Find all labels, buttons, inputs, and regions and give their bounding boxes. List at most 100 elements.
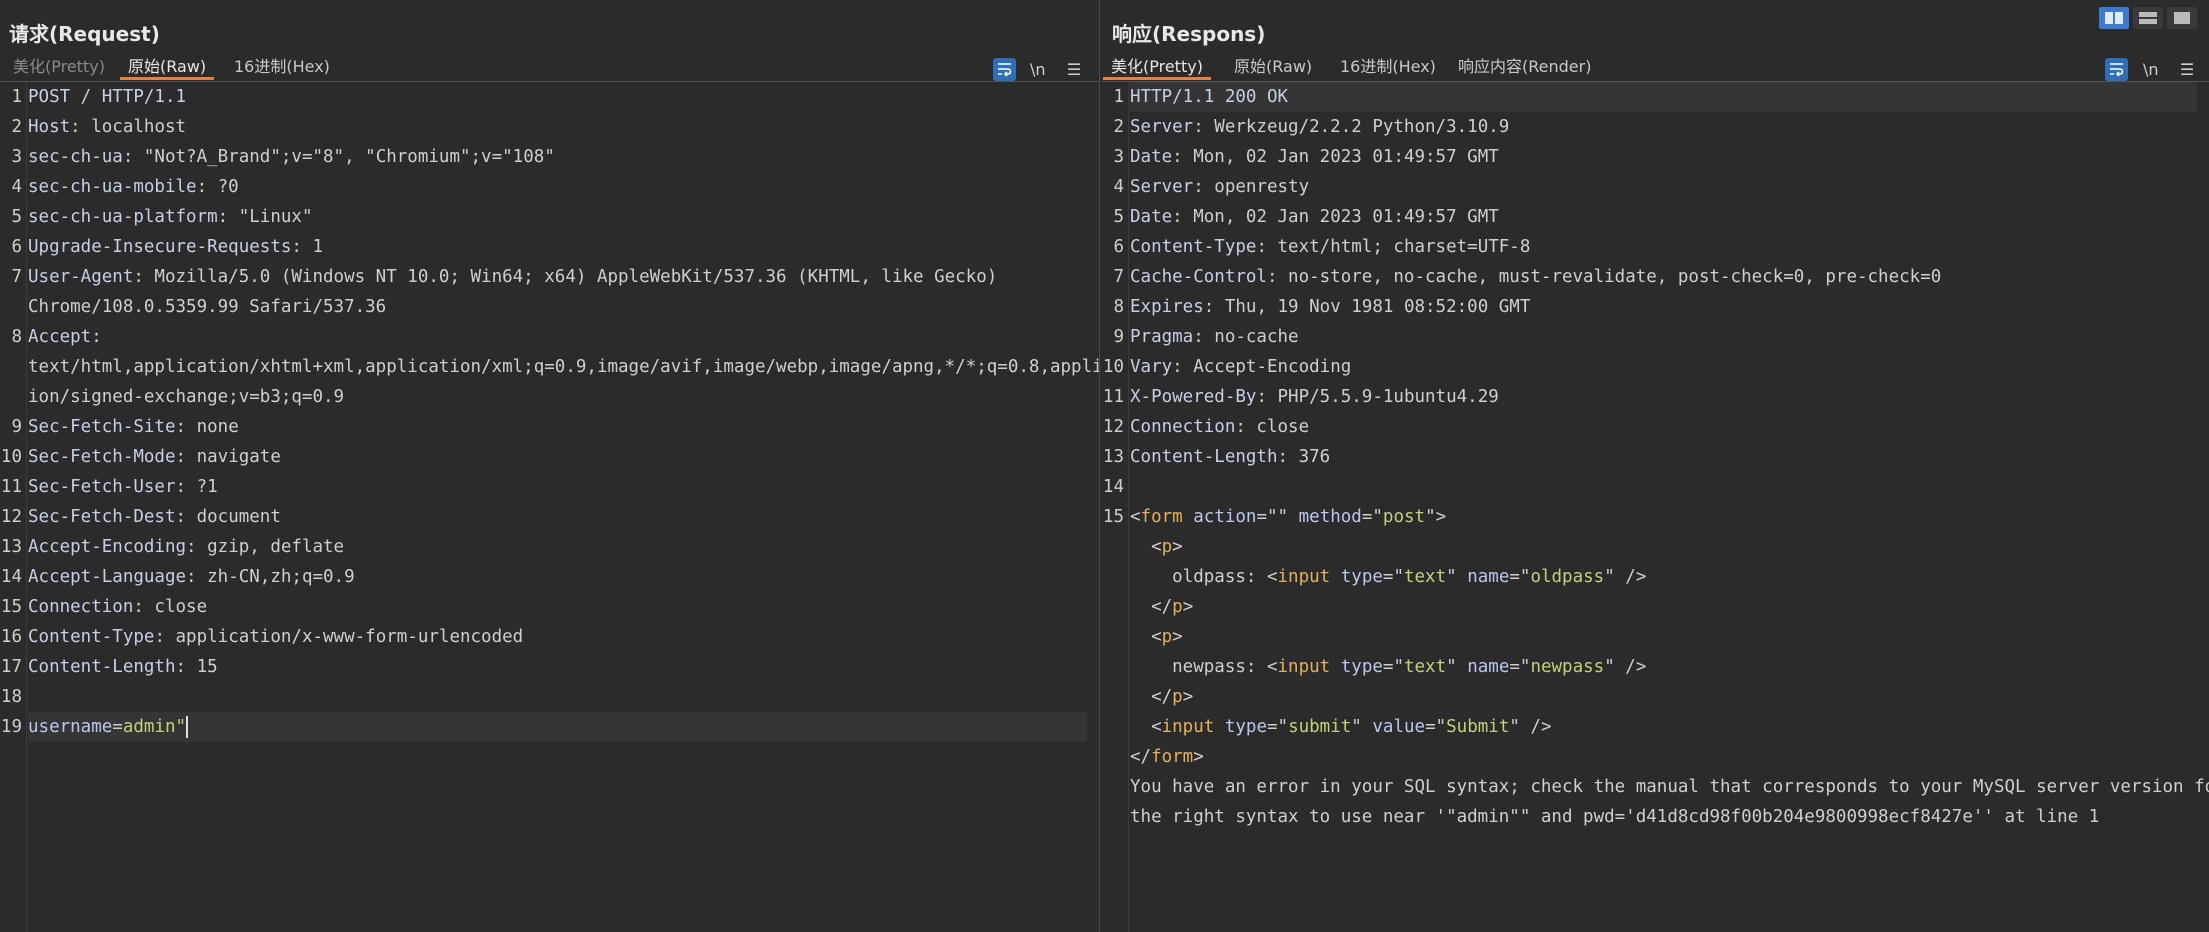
newline-toggle-icon[interactable]: \n xyxy=(1030,58,1046,82)
line-number: 15 xyxy=(0,597,22,617)
header-value: : none xyxy=(175,417,239,437)
line-content: Accept-Language: zh-CN,zh;q=0.9 xyxy=(28,562,355,592)
line-number: 13 xyxy=(1102,447,1124,467)
line-number: 14 xyxy=(1102,477,1124,497)
html-text: </ xyxy=(1130,597,1173,617)
code-line: 1 POST / HTTP/1.1 xyxy=(0,82,1099,112)
line-content: <input type="submit" value="Submit" /> xyxy=(1130,712,1552,742)
line-content: Chrome/108.0.5359.99 Safari/537.36 xyxy=(28,292,386,322)
code-line: <p> xyxy=(1102,532,2209,562)
line-number: 4 xyxy=(11,177,22,197)
html-text: " xyxy=(1277,507,1299,527)
header-value: : Accept-Encoding xyxy=(1172,357,1352,377)
header-value: : application/x-www-form-urlencoded xyxy=(154,627,524,647)
line-content: You have an error in your SQL syntax; ch… xyxy=(1130,772,2209,802)
response-title: 响应(Respons) xyxy=(1112,22,1266,46)
header-value: : openresty xyxy=(1193,177,1310,197)
line-content: Accept: xyxy=(28,322,102,352)
html-tag: p xyxy=(1161,537,1173,557)
header-value: ion/signed-exchange;v=b3;q=0.9 xyxy=(28,387,345,407)
code-line: 17 Content-Length: 15 xyxy=(0,652,1099,682)
header-name: Cache-Control xyxy=(1130,267,1267,287)
response-tab-render[interactable]: 响应内容(Render) xyxy=(1450,55,1599,80)
html-attribute: value xyxy=(1372,717,1426,737)
html-text: =" xyxy=(1425,717,1447,737)
code-line: 5 Date: Mon, 02 Jan 2023 01:49:57 GMT xyxy=(1102,202,2209,232)
code-line: newpass: <input type="text" name="newpas… xyxy=(1102,652,2209,682)
header-value: : close xyxy=(1235,417,1310,437)
code-line: Chrome/108.0.5359.99 Safari/537.36 xyxy=(0,292,1099,322)
header-name: Content-Length xyxy=(1130,447,1278,467)
code-line: 4 Server: openresty xyxy=(1102,172,2209,202)
html-text: > xyxy=(1172,537,1183,557)
html-tag: p xyxy=(1161,627,1173,647)
line-content: newpass: <input type="text" name="newpas… xyxy=(1130,652,1646,682)
single-pane-icon[interactable] xyxy=(2167,7,2197,29)
code-line: 2 Server: Werkzeug/2.2.2 Python/3.10.9 xyxy=(1102,112,2209,142)
header-value: : zh-CN,zh;q=0.9 xyxy=(186,567,355,587)
response-tab-raw[interactable]: 原始(Raw) xyxy=(1226,55,1320,80)
line-content: username=admin" xyxy=(28,712,189,742)
html-text xyxy=(1214,717,1225,737)
split-horizontal-icon[interactable] xyxy=(2099,7,2129,29)
html-text: " /> xyxy=(1604,567,1647,587)
html-text: " /> xyxy=(1604,657,1647,677)
response-tab-pretty[interactable]: 美化(Pretty) xyxy=(1103,55,1211,80)
header-name: POST / HTTP/1.1 xyxy=(28,87,187,107)
menu-icon[interactable]: ☰ xyxy=(1064,58,1084,82)
line-number: 5 xyxy=(11,207,22,227)
menu-icon[interactable]: ☰ xyxy=(2177,58,2197,82)
request-editor[interactable]: 1 POST / HTTP/1.1 2 Host: localhost 3 sec-ch-… xyxy=(0,82,1099,932)
html-text: oldpass: < xyxy=(1130,567,1278,587)
html-text xyxy=(1330,567,1341,587)
line-number: 7 xyxy=(11,267,22,287)
wrap-lines-icon[interactable] xyxy=(993,58,1016,81)
header-name: X-Powered-By xyxy=(1130,387,1257,407)
header-value: : gzip, deflate xyxy=(186,537,345,557)
header-name: Accept xyxy=(28,327,92,347)
split-vertical-icon[interactable] xyxy=(2133,7,2163,29)
html-tag: input xyxy=(1277,567,1331,587)
code-line: text/html,application/xhtml+xml,applicat… xyxy=(0,352,1099,382)
line-content: </form> xyxy=(1130,742,1204,772)
line-content: <p> xyxy=(1130,532,1183,562)
header-value: : Thu, 19 Nov 1981 08:52:00 GMT xyxy=(1203,297,1531,317)
line-number: 19 xyxy=(0,717,22,737)
line-content: sec-ch-ua-mobile: ?0 xyxy=(28,172,239,202)
request-tab-raw[interactable]: 原始(Raw) xyxy=(120,55,215,80)
line-number: 3 xyxy=(1113,147,1124,167)
code-line: 6 Upgrade-Insecure-Requests: 1 xyxy=(0,232,1099,262)
html-attribute: action xyxy=(1193,507,1257,527)
response-tab-hex[interactable]: 16进制(Hex) xyxy=(1332,55,1444,80)
request-tab-pretty[interactable]: 美化(Pretty) xyxy=(5,55,113,80)
line-number: 17 xyxy=(0,657,22,677)
request-tab-hex[interactable]: 16进制(Hex) xyxy=(226,55,338,80)
code-line: </p> xyxy=(1102,592,2209,622)
response-editor[interactable]: 1 HTTP/1.1 200 OK 2 Server: Werkzeug/2.2.2 … xyxy=(1102,82,2209,932)
line-content: HTTP/1.1 200 OK xyxy=(1130,82,1288,112)
html-text: " xyxy=(1446,567,1468,587)
html-attribute: name xyxy=(1467,567,1510,587)
header-name: sec-ch-ua-mobile xyxy=(28,177,197,197)
line-content: text/html,application/xhtml+xml,applicat… xyxy=(28,352,1099,382)
header-value: : Mozilla/5.0 (Windows NT 10.0; Win64; x… xyxy=(133,267,998,287)
newline-toggle-icon[interactable]: \n xyxy=(2143,58,2159,82)
code-line: 1 HTTP/1.1 200 OK xyxy=(1102,82,2209,112)
header-name: Server xyxy=(1130,177,1194,197)
html-text: " /> xyxy=(1509,717,1552,737)
code-line: 3 Date: Mon, 02 Jan 2023 01:49:57 GMT xyxy=(1102,142,2209,172)
header-name: sec-ch-ua-platform xyxy=(28,207,218,227)
header-name: Content-Length xyxy=(28,657,176,677)
layout-switcher xyxy=(2099,7,2197,29)
code-line: 6 Content-Type: text/html; charset=UTF-8 xyxy=(1102,232,2209,262)
line-content: ion/signed-exchange;v=b3;q=0.9 xyxy=(28,382,344,412)
code-line: 15 <form action="" method="post"> xyxy=(1102,502,2209,532)
header-name: Sec-Fetch-Mode xyxy=(28,447,176,467)
line-content: Sec-Fetch-Site: none xyxy=(28,412,239,442)
header-name: Content-Type xyxy=(1130,237,1257,257)
html-attribute: type xyxy=(1340,657,1383,677)
wrap-lines-icon[interactable] xyxy=(2105,58,2128,81)
line-content: User-Agent: Mozilla/5.0 (Windows NT 10.0… xyxy=(28,262,997,292)
html-attr-value: Submit xyxy=(1446,717,1510,737)
code-line: You have an error in your SQL syntax; ch… xyxy=(1102,772,2209,802)
